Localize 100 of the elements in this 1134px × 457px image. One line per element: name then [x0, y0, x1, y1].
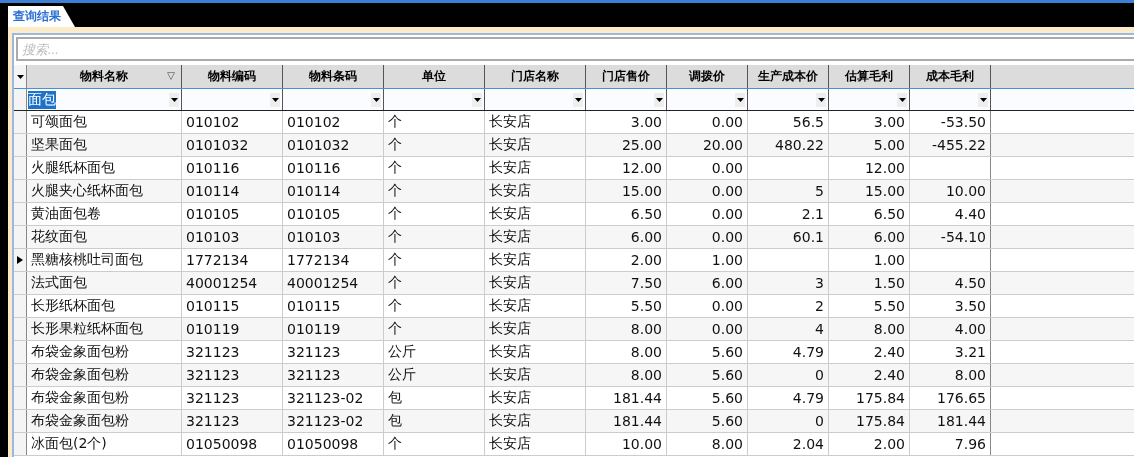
- table-cell: 010114: [287, 183, 341, 199]
- table-cell: 010116: [287, 160, 341, 176]
- table-cell: 010102: [287, 114, 341, 130]
- table-cell: 8.00: [630, 344, 662, 360]
- table-cell: 10.00: [621, 436, 662, 452]
- table-cell: 2.00: [630, 252, 662, 268]
- caret-icon: [372, 97, 380, 102]
- dropdown-button[interactable]: [371, 92, 381, 107]
- table-cell: 8.00: [954, 367, 986, 383]
- table-cell: 火腿夹心纸杯面包: [31, 182, 143, 200]
- table-cell: 176.65: [937, 390, 986, 406]
- table-cell: 010119: [186, 321, 240, 337]
- table-cell: 01050098: [186, 436, 258, 452]
- dropdown-button[interactable]: [978, 92, 988, 107]
- table-cell: 长形果粒纸杯面包: [31, 320, 143, 338]
- row-selector[interactable]: [14, 249, 27, 271]
- table-cell: 7.50: [630, 275, 662, 291]
- caret-icon: [271, 97, 279, 102]
- caret-icon: [473, 97, 481, 102]
- dropdown-button[interactable]: [816, 92, 826, 107]
- table-cell: 布袋金象面包粉: [31, 389, 129, 407]
- table-cell: 0.00: [711, 298, 743, 314]
- table-cell: 4.00: [954, 321, 986, 337]
- table-cell: 15.00: [864, 183, 905, 199]
- table-cell: 长安店: [489, 343, 531, 361]
- table-cell: 010115: [287, 298, 341, 314]
- table-cell: 1.00: [711, 252, 743, 268]
- table-cell: 2: [815, 298, 824, 314]
- table-cell: 个: [388, 136, 402, 154]
- table-cell: 321123: [287, 367, 341, 383]
- table-cell: 6.00: [873, 229, 905, 245]
- table-cell: 181.44: [937, 413, 986, 429]
- table-cell: 010103: [186, 229, 240, 245]
- table-cell: 3.00: [873, 114, 905, 130]
- search-field[interactable]: 搜索...: [16, 37, 1134, 61]
- table-cell: 181.44: [613, 413, 662, 429]
- table-cell: 冰面包(2个): [31, 435, 107, 453]
- table-cell: 个: [388, 182, 402, 200]
- table-cell: 0101032: [287, 137, 350, 153]
- table-cell: 公斤: [388, 366, 416, 384]
- table-cell: 2.40: [873, 344, 905, 360]
- table-cell: 0.00: [711, 321, 743, 337]
- table-cell: 480.22: [775, 137, 824, 153]
- table-cell: 长安店: [489, 251, 531, 269]
- table-cell: 321123: [186, 413, 240, 429]
- table-cell: 布袋金象面包粉: [31, 343, 129, 361]
- table-cell: 321123-02: [287, 390, 364, 406]
- table-cell: 56.5: [792, 114, 824, 130]
- table-cell: 010119: [287, 321, 341, 337]
- table-cell: 个: [388, 320, 402, 338]
- row-selector[interactable]: [14, 65, 27, 88]
- table-cell: 321123: [186, 344, 240, 360]
- table-cell: 175.84: [856, 390, 905, 406]
- filter-field[interactable]: 面包: [27, 89, 182, 110]
- table-cell: 0: [815, 367, 824, 383]
- table-cell: 010105: [186, 206, 240, 222]
- table-cell: 6.00: [711, 275, 743, 291]
- table-cell: 5.60: [711, 413, 743, 429]
- table-cell: 01050098: [287, 436, 359, 452]
- table-cell: 2.1: [801, 206, 824, 222]
- dropdown-button[interactable]: [270, 92, 280, 107]
- table-cell: 010115: [186, 298, 240, 314]
- table-cell: 长安店: [489, 297, 531, 315]
- table-cell: 长安店: [489, 228, 531, 246]
- dropdown-button[interactable]: [735, 92, 745, 107]
- table-cell: 包: [388, 389, 402, 407]
- caret-icon: [898, 97, 906, 102]
- table-cell: 0.00: [711, 206, 743, 222]
- dropdown-button[interactable]: [573, 92, 583, 107]
- caret-icon: [979, 97, 987, 102]
- dropdown-button[interactable]: [654, 92, 664, 107]
- dropdown-button[interactable]: [169, 92, 179, 107]
- dropdown-button[interactable]: [472, 92, 482, 107]
- tab[interactable]: 查询结果: [8, 6, 75, 27]
- dropdown-button[interactable]: [897, 92, 907, 107]
- table-cell: 黄油面包卷: [31, 205, 101, 223]
- table-cell: 10.00: [945, 183, 986, 199]
- table-cell: 包: [388, 412, 402, 430]
- table-cell: 1772134: [186, 252, 249, 268]
- table-cell: 321123: [287, 344, 341, 360]
- column-menu-icon[interactable]: [16, 74, 24, 79]
- table-cell: 321123: [186, 367, 240, 383]
- table-cell: 2.00: [873, 436, 905, 452]
- table-cell: 2.40: [873, 367, 905, 383]
- table-cell: 长安店: [489, 113, 531, 131]
- table-cell: 5.00: [873, 137, 905, 153]
- table-cell: 长安店: [489, 389, 531, 407]
- table-cell: 长安店: [489, 412, 531, 430]
- filter-icon[interactable]: [167, 72, 175, 80]
- table-cell: 6.50: [873, 206, 905, 222]
- table-cell: 3.50: [954, 298, 986, 314]
- table-cell: 0.00: [711, 114, 743, 130]
- table-cell: 个: [388, 297, 402, 315]
- table-cell: 321123-02: [287, 413, 364, 429]
- table-cell: 010105: [287, 206, 341, 222]
- table-cell: 坚果面包: [31, 136, 87, 154]
- table-cell: 布袋金象面包粉: [31, 366, 129, 384]
- table-cell: 181.44: [613, 390, 662, 406]
- caret-icon: [655, 97, 663, 102]
- table-cell: 1772134: [287, 252, 350, 268]
